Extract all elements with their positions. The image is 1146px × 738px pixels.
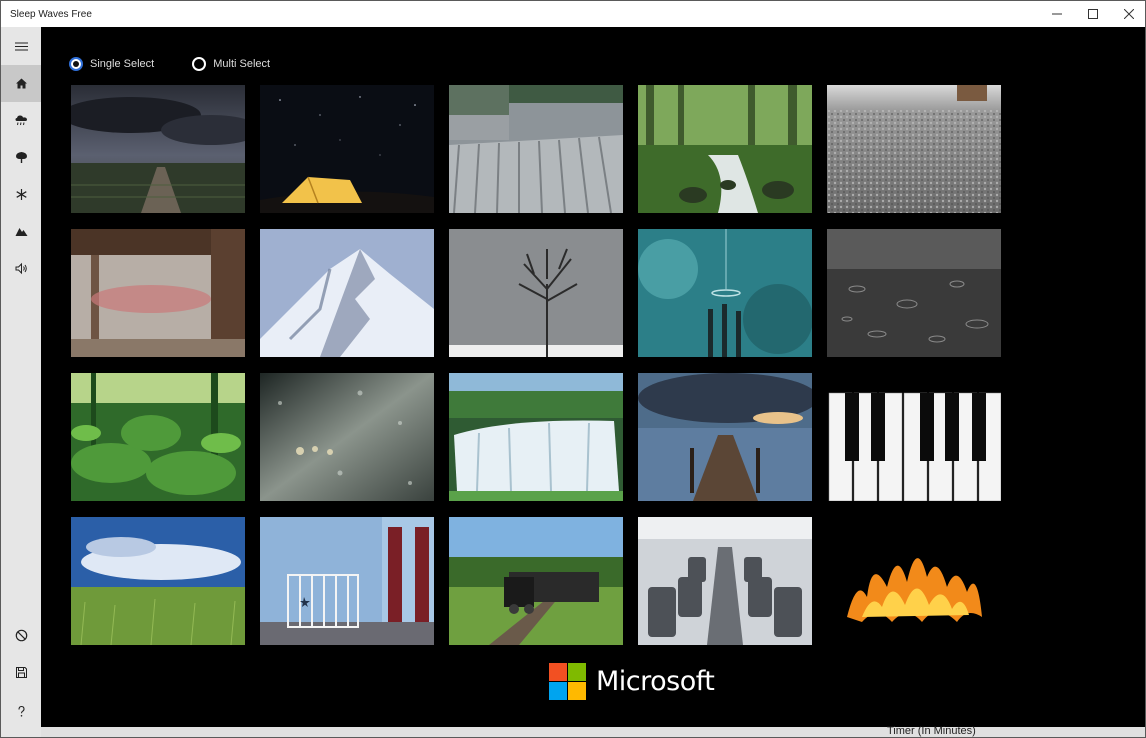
sound-tile-porch-rain[interactable] (71, 229, 245, 357)
sound-tile-airplane-cabin[interactable] (638, 517, 812, 645)
sidebar-item-help[interactable] (1, 693, 41, 730)
multi-select-radio[interactable]: Multi Select (192, 57, 270, 71)
hamburger-menu-button[interactable] (1, 28, 41, 65)
sidebar-item-mountain[interactable] (1, 213, 41, 250)
logo-square-green (568, 663, 586, 681)
speaker-icon (15, 262, 27, 275)
sound-tile-winter-tree[interactable] (449, 229, 623, 357)
sound-tile-jungle[interactable] (71, 373, 245, 501)
sound-tile-nursery[interactable] (260, 517, 434, 645)
sound-tile-wind-chimes[interactable] (638, 229, 812, 357)
sound-tile-waterfall[interactable] (449, 373, 623, 501)
app-window: Sleep Waves Free Single Select Multi Sel… (0, 0, 1146, 738)
sound-tile-rain-on-roof[interactable] (449, 85, 623, 213)
single-select-label: Single Select (90, 58, 155, 70)
main-content: Single Select Multi Select Microsoft (41, 27, 1145, 727)
sound-tile-grassland-sky[interactable] (71, 517, 245, 645)
logo-square-yellow (568, 682, 586, 700)
title-bar: Sleep Waves Free (1, 1, 1145, 27)
bottom-bar: Timer (In Minutes) (41, 725, 1145, 737)
sidebar (1, 27, 41, 737)
maximize-button[interactable] (1075, 1, 1111, 27)
logo-square-blue (549, 682, 567, 700)
sound-tile-forest-stream[interactable] (638, 85, 812, 213)
sound-tile-snow-mountain[interactable] (260, 229, 434, 357)
radio-checked-indicator (69, 57, 83, 71)
sound-tile-stormy-field[interactable] (71, 85, 245, 213)
microsoft-logo-text: Microsoft (596, 666, 715, 697)
sound-tile-steam-train[interactable] (449, 517, 623, 645)
close-button[interactable] (1111, 1, 1145, 27)
selection-mode-group: Single Select Multi Select (69, 57, 308, 71)
snowflake-icon (15, 189, 27, 200)
sidebar-item-home[interactable] (1, 65, 41, 102)
radio-unchecked-indicator (192, 57, 207, 71)
rain-cloud-icon (15, 115, 27, 126)
microsoft-logo: Microsoft (549, 663, 715, 700)
logo-square-red (549, 663, 567, 681)
sidebar-item-rain[interactable] (1, 102, 41, 139)
sidebar-item-snow[interactable] (1, 176, 41, 213)
window-title: Sleep Waves Free (10, 8, 92, 20)
sidebar-item-forest[interactable] (1, 139, 41, 176)
sound-tile-fireplace[interactable] (827, 517, 1001, 645)
sound-tile-piano[interactable] (827, 373, 1001, 501)
save-icon (15, 667, 27, 678)
sidebar-item-stop[interactable] (1, 617, 41, 654)
multi-select-label: Multi Select (213, 58, 271, 70)
timer-label: Timer (In Minutes) (887, 725, 976, 737)
tree-icon (15, 152, 27, 163)
single-select-radio[interactable]: Single Select (69, 57, 154, 71)
mountain-icon (15, 228, 27, 236)
sound-tile-lake-pier[interactable] (638, 373, 812, 501)
hamburger-icon (14, 42, 28, 51)
minimize-button[interactable] (1039, 1, 1075, 27)
sound-tile-night-camping[interactable] (260, 85, 434, 213)
sound-tile-gravel-rain[interactable] (827, 85, 1001, 213)
help-icon (17, 705, 25, 717)
sidebar-item-save[interactable] (1, 654, 41, 691)
sound-tile-rain-puddle[interactable] (827, 229, 1001, 357)
sound-tile-window-rain[interactable] (260, 373, 434, 501)
home-icon (15, 78, 27, 89)
sidebar-item-sound[interactable] (1, 250, 41, 287)
no-sign-icon (15, 629, 27, 642)
microsoft-logo-icon (549, 663, 586, 700)
